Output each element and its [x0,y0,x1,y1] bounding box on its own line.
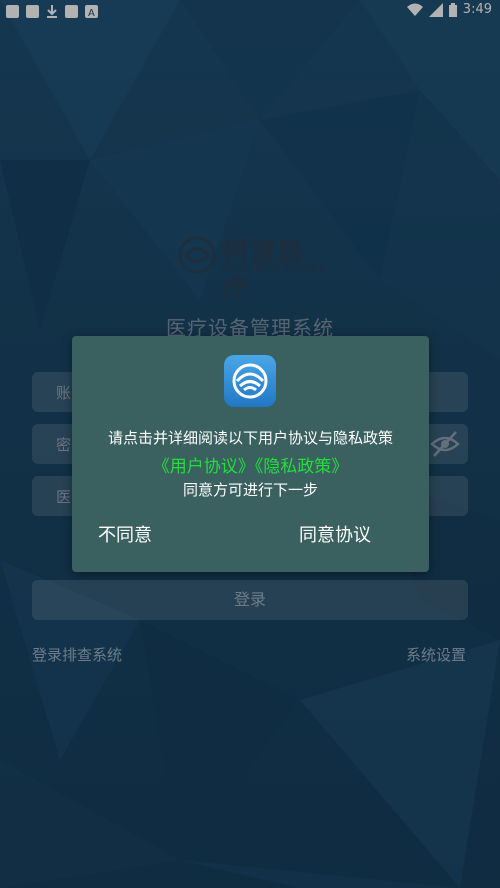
user-agreement-link[interactable]: 《用户协议》 [153,457,255,477]
agree-button[interactable]: 同意协议 [299,521,371,547]
app-icon [224,355,276,407]
dialog-message: 请点击并详细阅读以下用户协议与隐私政策 [107,429,393,447]
dialog-links: 《用户协议》《隐私政策》 [72,452,429,477]
app-swirl-icon [232,363,268,399]
dialog-note: 同意方可进行下一步 [182,481,318,499]
agreement-dialog: 请点击并详细阅读以下用户协议与隐私政策 《用户协议》《隐私政策》 同意方可进行下… [72,336,429,572]
disagree-button[interactable]: 不同意 [98,521,152,547]
privacy-policy-link[interactable]: 《隐私政策》 [255,457,349,477]
